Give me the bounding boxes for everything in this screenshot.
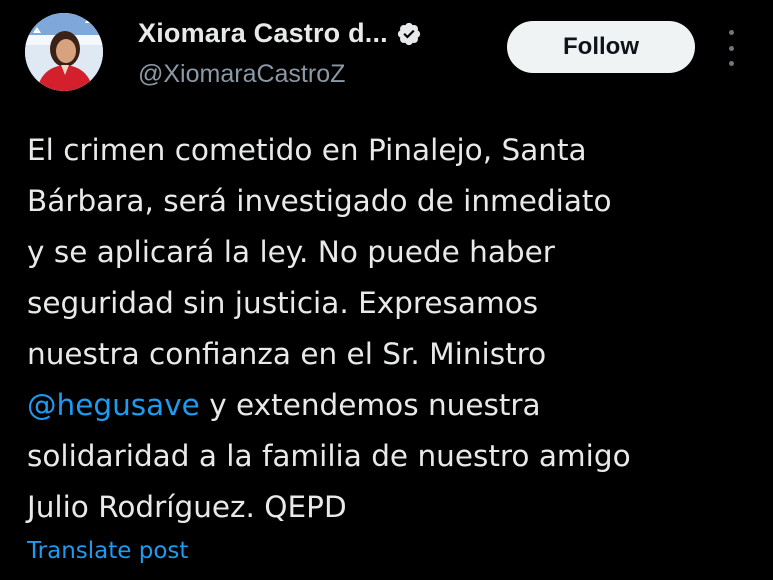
- avatar-photo: [25, 13, 103, 91]
- translate-post-link[interactable]: Translate post: [27, 538, 188, 564]
- mention-link[interactable]: @hegusave: [27, 388, 200, 422]
- post-text-before-mention: El crimen cometido en Pinalejo, Santa Bá…: [27, 133, 612, 371]
- follow-button[interactable]: Follow: [507, 21, 695, 73]
- author-name-row: Xiomara Castro d...: [138, 18, 422, 49]
- avatar[interactable]: [25, 13, 103, 91]
- more-dot: [728, 45, 734, 51]
- post-text: El crimen cometido en Pinalejo, Santa Bá…: [27, 125, 762, 533]
- author-display-name[interactable]: Xiomara Castro d...: [138, 18, 388, 49]
- verified-badge-icon: [396, 21, 422, 47]
- more-dot: [728, 30, 734, 35]
- more-dot: [728, 61, 734, 66]
- more-options-icon[interactable]: [720, 30, 742, 66]
- author-handle[interactable]: @XiomaraCastroZ: [138, 60, 345, 89]
